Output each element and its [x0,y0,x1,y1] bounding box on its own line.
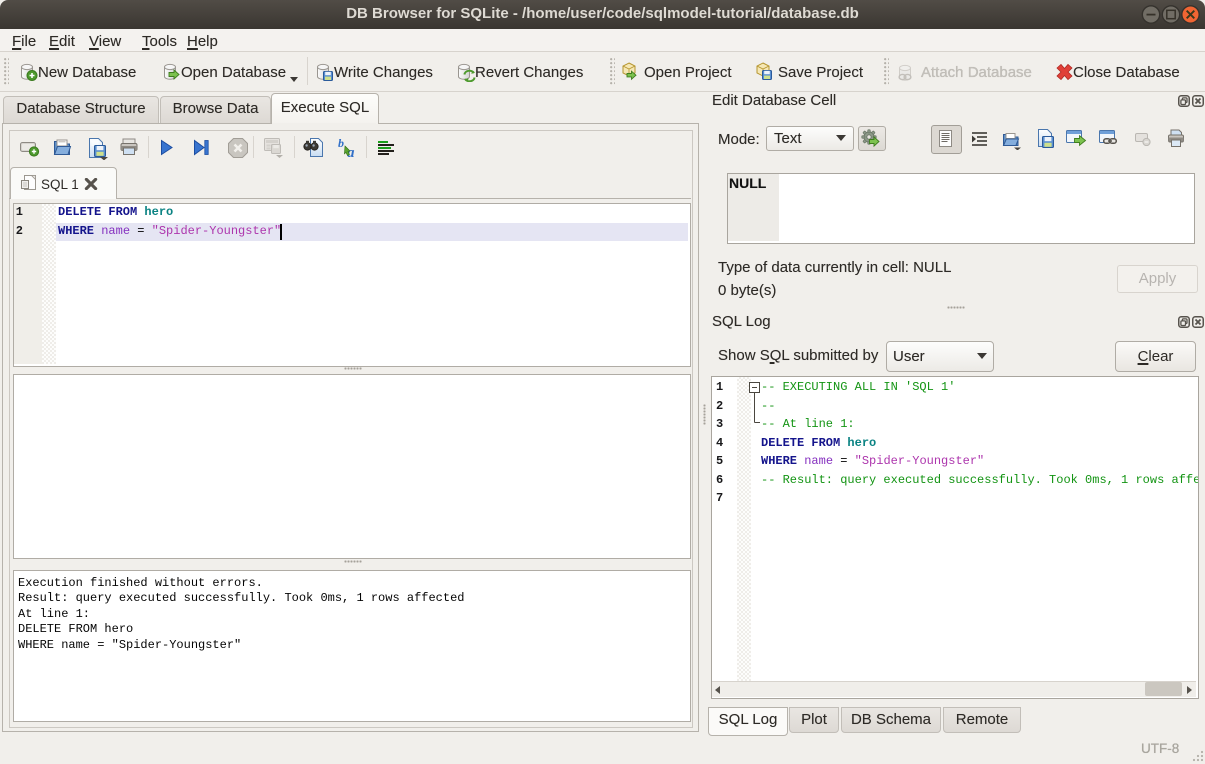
svg-text:b: b [338,136,344,150]
